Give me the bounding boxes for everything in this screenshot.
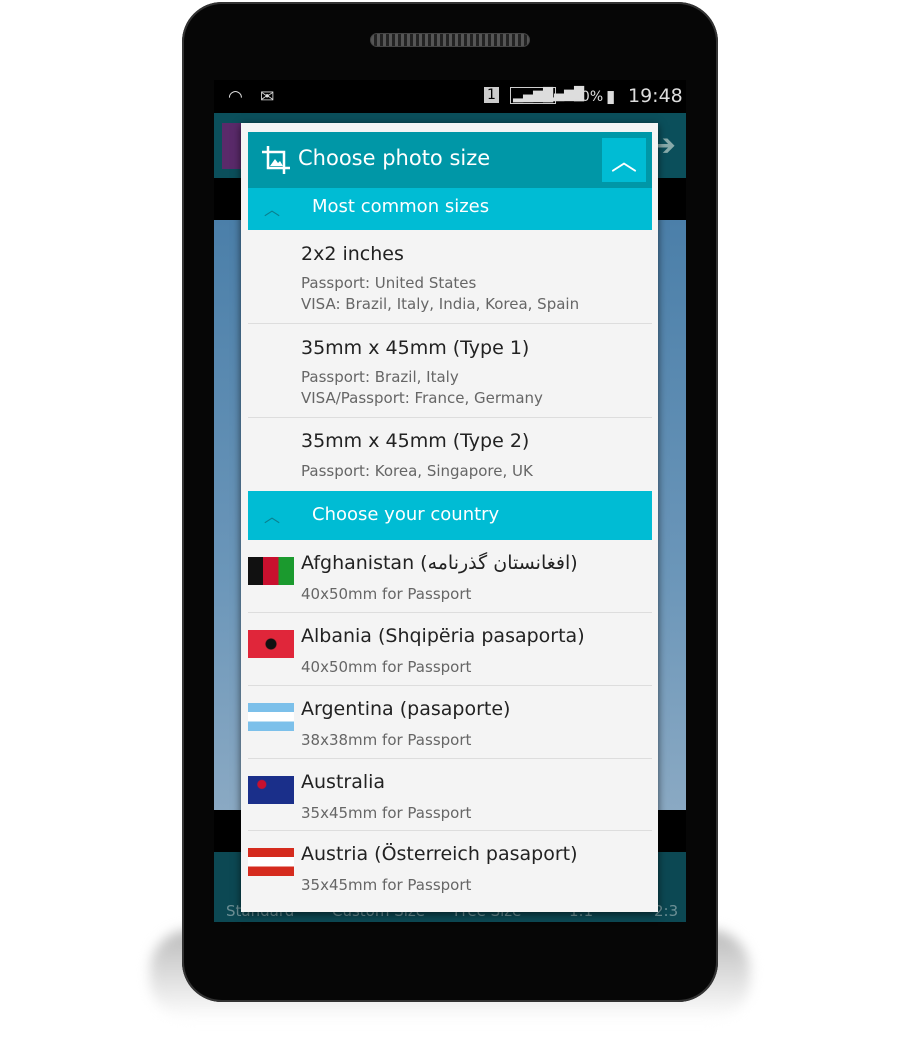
size-option-35x45-type2[interactable]: 35mm x 45mm (Type 2) Passport: Korea, Si… <box>248 418 652 491</box>
country-argentina[interactable]: Argentina (pasaporte) 38x38mm for Passpo… <box>248 686 652 759</box>
battery-percent: 20% <box>572 89 604 105</box>
country-size: 38x38mm for Passport <box>301 731 472 749</box>
country-austria[interactable]: Austria (Österreich pasaport) 35x45mm fo… <box>248 831 652 904</box>
battery-icon: ▮ <box>606 87 616 107</box>
crop-icon <box>262 146 290 174</box>
size-description: Passport: United States VISA: Brazil, Ita… <box>301 274 580 313</box>
status-bar: ◠ ✉ 1 ▂▄▆█ ▂▄▆█ 20% ▮ 19:48 <box>214 80 686 113</box>
section-label: Most common sizes <box>312 196 490 217</box>
country-australia[interactable]: Australia 35x45mm for Passport <box>248 759 652 831</box>
country-name: Argentina (pasaporte) <box>301 698 511 720</box>
dialog-title: Choose photo size <box>298 146 491 170</box>
section-label: Choose your country <box>312 504 500 525</box>
size-description: Passport: Korea, Singapore, UK <box>301 462 533 480</box>
austria-flag-icon <box>248 848 294 876</box>
albania-flag-icon <box>248 630 294 658</box>
country-name: Australia <box>301 771 386 793</box>
section-choose-country[interactable]: ︿ Choose your country <box>248 491 652 540</box>
country-size: 35x45mm for Passport <box>301 804 472 822</box>
choose-photo-size-dialog: Choose photo size ︿ ︿ Most common sizes … <box>241 123 658 912</box>
country-albania[interactable]: Albania (Shqipëria pasaporta) 40x50mm fo… <box>248 613 652 686</box>
argentina-flag-icon <box>248 703 294 731</box>
chevron-up-icon: ︿ <box>264 200 281 219</box>
size-description: Passport: Brazil, Italy VISA/Passport: Fr… <box>301 368 543 407</box>
size-option-35x45-type1[interactable]: 35mm x 45mm (Type 1) Passport: Brazil, I… <box>248 324 652 418</box>
australia-flag-icon <box>248 776 294 804</box>
mail-icon: ✉ <box>260 87 275 107</box>
collapse-button[interactable]: ︿ <box>602 138 646 182</box>
afghanistan-flag-icon <box>248 557 294 585</box>
section-most-common[interactable]: ︿ Most common sizes <box>248 188 652 230</box>
clock: 19:48 <box>628 85 683 107</box>
country-name: Albania (Shqipëria pasaporta) <box>301 625 585 647</box>
size-option-2x2[interactable]: 2x2 inches Passport: United States VISA: … <box>248 230 652 324</box>
country-size: 40x50mm for Passport <box>301 658 472 676</box>
country-name: Afghanistan (افغانستان گذرنامه) <box>301 552 578 574</box>
size-title: 35mm x 45mm (Type 1) <box>301 337 530 359</box>
country-size: 40x50mm for Passport <box>301 585 472 603</box>
country-name: Austria (Österreich pasaport) <box>301 843 578 865</box>
speaker-grille <box>370 33 530 47</box>
country-size: 35x45mm for Passport <box>301 876 472 894</box>
sim-indicator: 1 <box>484 87 499 103</box>
chevron-up-icon: ︿ <box>264 507 281 526</box>
dialog-header: Choose photo size ︿ <box>248 132 652 188</box>
wifi-icon: ◠ <box>228 87 243 107</box>
country-afghanistan[interactable]: Afghanistan (افغانستان گذرنامه) 40x50mm … <box>248 540 652 613</box>
size-title: 2x2 inches <box>301 243 404 265</box>
size-title: 35mm x 45mm (Type 2) <box>301 430 530 452</box>
